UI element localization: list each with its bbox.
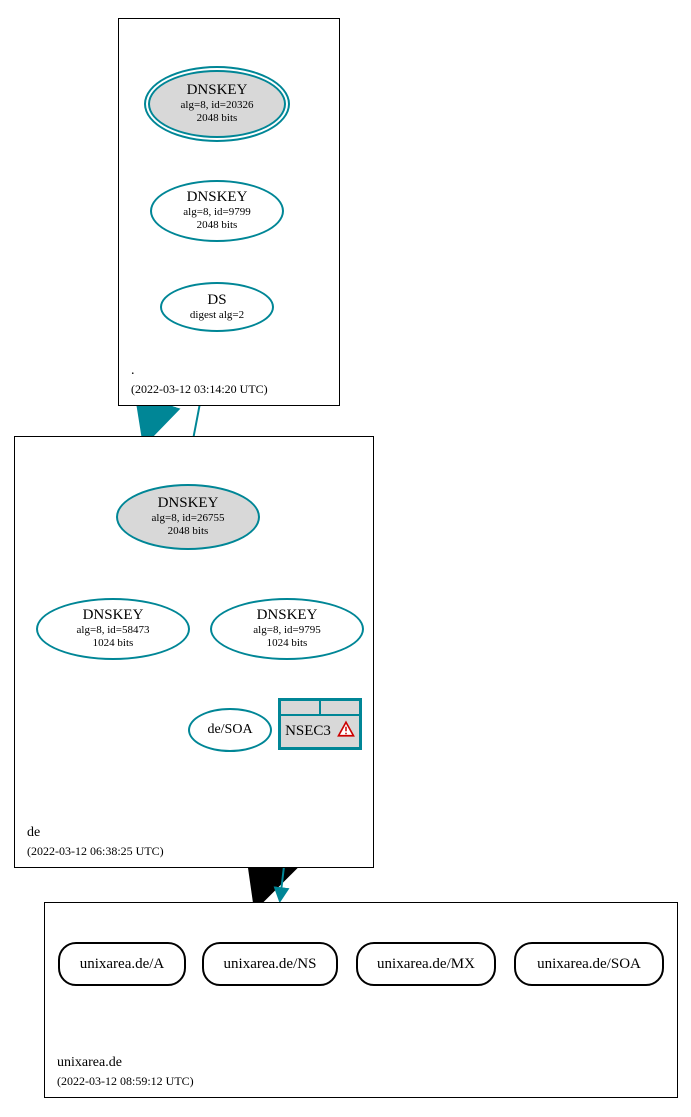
node-root-ksk[interactable]: DNSKEY alg=8, id=20326 2048 bits xyxy=(148,70,286,138)
node-root-ksk-l2: alg=8, id=20326 xyxy=(181,99,254,112)
node-root-ksk-title: DNSKEY xyxy=(187,83,248,99)
record-mx[interactable]: unixarea.de/MX xyxy=(356,942,496,986)
node-de-zsk-b[interactable]: DNSKEY alg=8, id=9795 1024 bits xyxy=(210,598,364,660)
zone-de-name: de xyxy=(27,824,164,843)
node-de-zsk-a[interactable]: DNSKEY alg=8, id=58473 1024 bits xyxy=(36,598,190,660)
zone-de-label: de (2022-03-12 06:38:25 UTC) xyxy=(27,824,164,859)
node-root-ds-title: DS xyxy=(207,293,226,309)
zone-root-label: . (2022-03-12 03:14:20 UTC) xyxy=(131,362,268,397)
record-soa[interactable]: unixarea.de/SOA xyxy=(514,942,664,986)
node-root-zsk[interactable]: DNSKEY alg=8, id=9799 2048 bits xyxy=(150,180,284,242)
zone-target-name: unixarea.de xyxy=(57,1054,194,1073)
node-root-ksk-l3: 2048 bits xyxy=(197,112,238,125)
record-a[interactable]: unixarea.de/A xyxy=(58,942,186,986)
node-de-soa[interactable]: de/SOA xyxy=(188,708,272,752)
record-ns[interactable]: unixarea.de/NS xyxy=(202,942,338,986)
node-de-nsec3[interactable]: NSEC3 xyxy=(278,698,362,750)
zone-target-timestamp: (2022-03-12 08:59:12 UTC) xyxy=(57,1073,194,1089)
node-root-ds[interactable]: DS digest alg=2 xyxy=(160,282,274,332)
node-de-ksk[interactable]: DNSKEY alg=8, id=26755 2048 bits xyxy=(116,484,260,550)
zone-target: unixarea.de (2022-03-12 08:59:12 UTC) xyxy=(44,902,678,1098)
zone-de-timestamp: (2022-03-12 06:38:25 UTC) xyxy=(27,843,164,859)
zone-root-name: . xyxy=(131,362,268,381)
zone-root-timestamp: (2022-03-12 03:14:20 UTC) xyxy=(131,381,268,397)
node-root-zsk-title: DNSKEY xyxy=(187,190,248,206)
zone-target-label: unixarea.de (2022-03-12 08:59:12 UTC) xyxy=(57,1054,194,1089)
warning-triangle-icon xyxy=(337,720,355,743)
nsec3-label: NSEC3 xyxy=(285,723,331,740)
